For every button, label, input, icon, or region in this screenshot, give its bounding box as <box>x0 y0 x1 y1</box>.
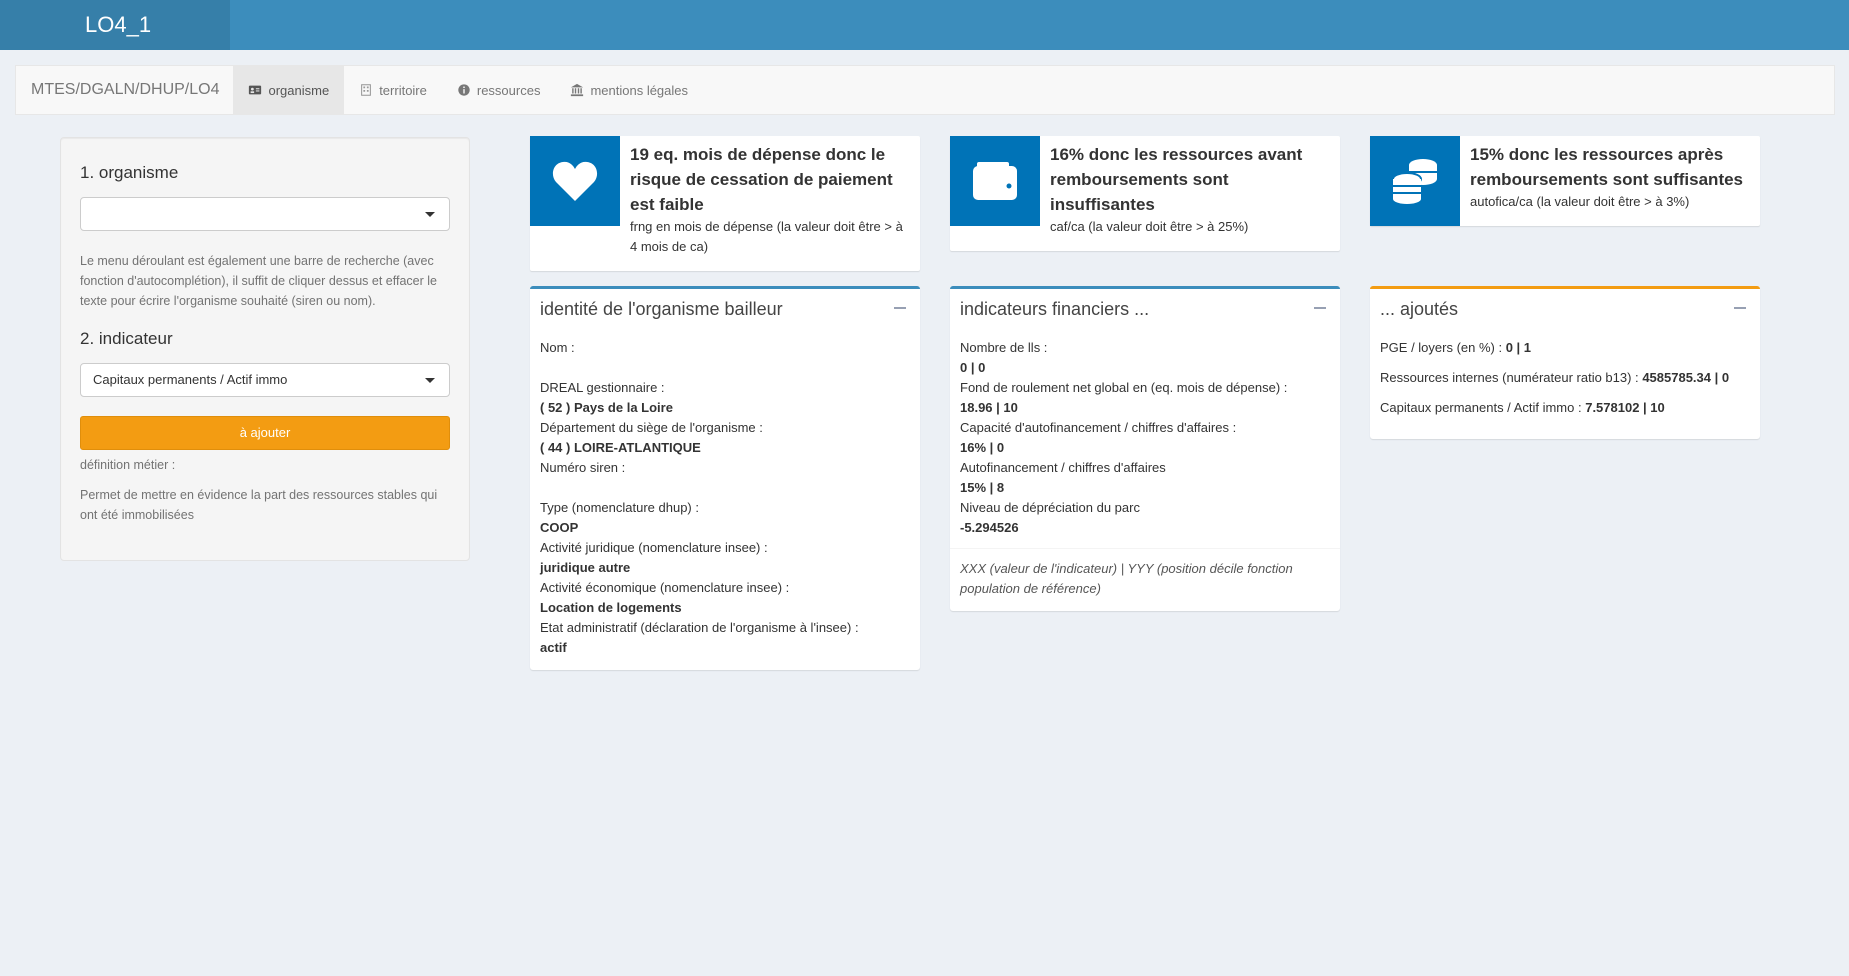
ajoutes-box-header: ... ajoutés <box>1370 289 1760 328</box>
tab-mentions-legales-label: mentions légales <box>590 82 689 98</box>
infobox-autofica-subtext: autofica/ca (la valeur doit être > à 3%) <box>1470 194 1690 209</box>
navbar-brand[interactable]: MTES/DGALN/DHUP/LO4 <box>16 65 233 115</box>
indicateur-select-value: Capitaux permanents / Actif immo <box>93 372 288 387</box>
app-title[interactable]: LO4_1 <box>0 0 230 50</box>
departement-value: ( 44 ) LOIRE-ATLANTIQUE <box>540 440 701 455</box>
identite-box: identité de l'organisme bailleur Nom : D… <box>530 286 920 670</box>
fin-row-value: 16% | 0 <box>960 440 1005 455</box>
ajoute-row-value: 0 | 1 <box>1505 340 1532 355</box>
financiers-box-footer: XXX (valeur de l'indicateur) | YYY (posi… <box>950 548 1340 609</box>
etat-administratif-value: actif <box>540 640 567 655</box>
fin-row-value: -5.294526 <box>960 520 1019 535</box>
financiers-box-title: indicateurs financiers ... <box>960 299 1150 319</box>
organisme-label: 1. organisme <box>80 163 179 182</box>
tab-ressources[interactable]: ressources <box>442 66 556 114</box>
id-card-icon <box>249 85 262 95</box>
add-indicator-button[interactable]: à ajouter <box>80 416 450 450</box>
organisme-select[interactable] <box>80 197 450 231</box>
infobox-caf-number: 16% donc les ressources avant remboursem… <box>1050 145 1303 214</box>
departement-label: Département du siège de l'organisme : <box>540 420 763 435</box>
tab-organisme-label: organisme <box>268 82 330 98</box>
infobox-autofica: 15% donc les ressources après remboursem… <box>1370 136 1760 226</box>
type-label: Type (nomenclature dhup) : <box>540 500 699 515</box>
identite-box-title: identité de l'organisme bailleur <box>540 299 783 319</box>
collapse-minus-icon[interactable] <box>894 307 906 309</box>
financiers-box-body: Nombre de lls : 0 | 0 Fond de roulement … <box>950 328 1340 548</box>
dreal-label: DREAL gestionnaire : <box>540 380 665 395</box>
sidebar-panel: 1. organisme Le menu déroulant est égale… <box>60 137 470 561</box>
wallet-icon <box>973 162 1017 200</box>
ajoute-row: Ressources internes (numérateur ratio b1… <box>1380 363 1750 393</box>
financiers-box: indicateurs financiers ... Nombre de lls… <box>950 286 1340 611</box>
navbar: MTES/DGALN/DHUP/LO4 organisme territoire… <box>15 65 1835 115</box>
siren-label: Numéro siren : <box>540 460 626 475</box>
fin-row-label: Nombre de lls : <box>960 340 1048 355</box>
collapse-minus-icon[interactable] <box>1734 307 1746 309</box>
fin-row-label: Autofinancement / chiffres d'affaires <box>960 460 1166 475</box>
bank-icon <box>571 83 584 97</box>
heart-icon <box>552 161 598 201</box>
etat-administratif-label: Etat administratif (déclaration de l'org… <box>540 620 859 635</box>
fin-row-value: 0 | 0 <box>960 360 986 375</box>
ajoute-row-value: 7.578102 | 10 <box>1585 400 1665 415</box>
indicateur-label: 2. indicateur <box>80 329 173 348</box>
identite-box-body: Nom : DREAL gestionnaire : ( 52 ) Pays d… <box>530 328 920 668</box>
infobox-frng-subtext: frng en mois de dépense (la valeur doit … <box>630 219 903 254</box>
building-icon <box>361 84 372 96</box>
ajoute-row-label: PGE / loyers (en %) : <box>1380 340 1503 355</box>
nom-label: Nom : <box>540 340 575 355</box>
fin-row-label: Niveau de dépréciation du parc <box>960 500 1140 515</box>
ajoutes-box-body: PGE / loyers (en %) : 0 | 1 Ressources i… <box>1370 328 1760 433</box>
infobox-caf: 16% donc les ressources avant remboursem… <box>950 136 1340 251</box>
caret-down-icon <box>425 378 435 383</box>
infobox-autofica-number: 15% donc les ressources après remboursem… <box>1470 145 1744 189</box>
infobox-frng-icon-bg <box>530 136 620 226</box>
tab-organisme[interactable]: organisme <box>233 66 345 114</box>
activite-economique-value: Location de logements <box>540 600 682 615</box>
activite-juridique-label: Activité juridique (nomenclature insee) … <box>540 540 768 555</box>
ajoute-row: PGE / loyers (en %) : 0 | 1 <box>1380 333 1750 363</box>
ajoute-row: Capitaux permanents / Actif immo : 7.578… <box>1380 393 1750 423</box>
fin-row-value: 15% | 8 <box>960 480 1005 495</box>
infobox-autofica-icon-bg <box>1370 136 1460 226</box>
ajoute-row-value: 4585785.34 | 0 <box>1642 370 1730 385</box>
financiers-box-header: indicateurs financiers ... <box>950 289 1340 328</box>
ajoute-row-label: Ressources internes (numérateur ratio b1… <box>1380 370 1639 385</box>
indicateur-select[interactable]: Capitaux permanents / Actif immo <box>80 363 450 397</box>
infobox-caf-icon-bg <box>950 136 1040 226</box>
infobox-frng: 19 eq. mois de dépense donc le risque de… <box>530 136 920 271</box>
identite-box-header: identité de l'organisme bailleur <box>530 289 920 328</box>
coins-icon <box>1392 159 1437 204</box>
tab-territoire-label: territoire <box>379 82 427 98</box>
fin-row-label: Fond de roulement net global en (eq. moi… <box>960 380 1288 395</box>
definition-text: Permet de mettre en évidence la part des… <box>80 488 438 522</box>
dreal-value: ( 52 ) Pays de la Loire <box>540 400 673 415</box>
ajoutes-box: ... ajoutés PGE / loyers (en %) : 0 | 1 … <box>1370 286 1760 439</box>
infobox-caf-subtext: caf/ca (la valeur doit être > à 25%) <box>1050 219 1249 234</box>
activite-juridique-value: juridique autre <box>540 560 631 575</box>
ajoutes-box-title: ... ajoutés <box>1380 299 1459 319</box>
activite-economique-label: Activité économique (nomenclature insee)… <box>540 580 790 595</box>
tab-mentions-legales[interactable]: mentions légales <box>555 66 703 114</box>
tab-territoire[interactable]: territoire <box>344 66 442 114</box>
caret-down-icon <box>425 212 435 217</box>
info-circle-icon <box>458 84 470 96</box>
type-value: COOP <box>540 520 579 535</box>
infobox-frng-number: 19 eq. mois de dépense donc le risque de… <box>630 145 893 214</box>
fin-row-value: 18.96 | 10 <box>960 400 1018 415</box>
fin-row-label: Capacité d'autofinancement / chiffres d'… <box>960 420 1237 435</box>
organisme-help-text: Le menu déroulant est également une barr… <box>80 254 437 308</box>
top-header: LO4_1 <box>0 0 1849 50</box>
collapse-minus-icon[interactable] <box>1314 307 1326 309</box>
ajoute-row-label: Capitaux permanents / Actif immo : <box>1380 400 1582 415</box>
tab-ressources-label: ressources <box>476 82 541 98</box>
definition-label: définition métier : <box>80 458 176 472</box>
